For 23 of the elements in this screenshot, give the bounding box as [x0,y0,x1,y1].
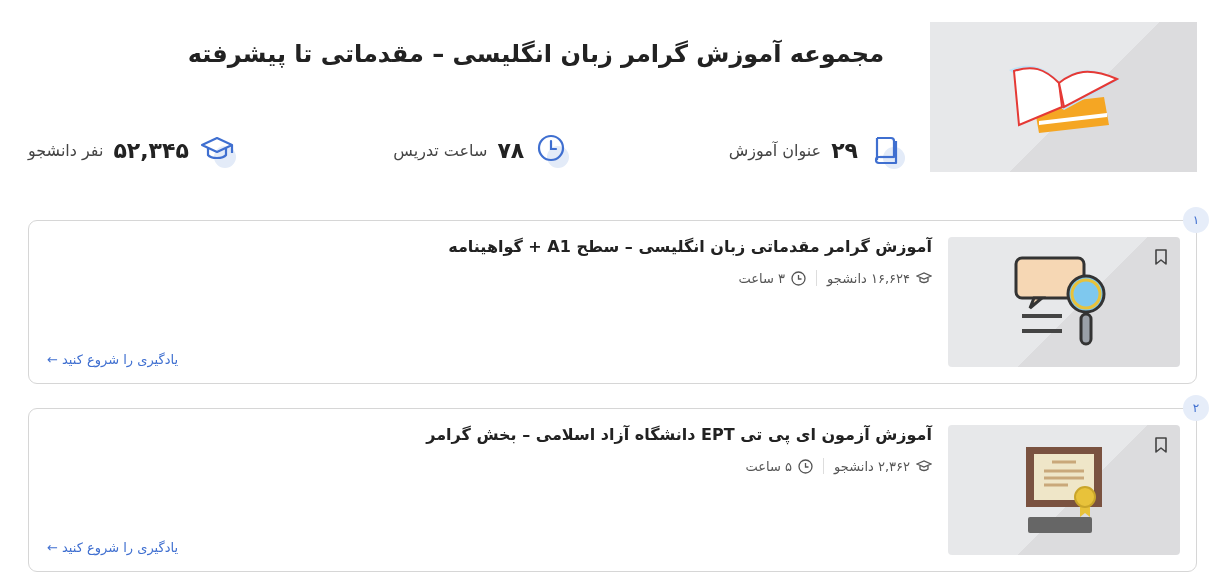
course-duration: ۳ ساعت [738,270,786,286]
stat-label: نفر دانشجو [28,140,104,160]
stat-label: عنوان آموزش [728,140,822,160]
course-number-badge: ۲ [1183,395,1209,421]
student-count: ۱۶,۶۲۴ دانشجو [827,270,910,286]
bookmark-icon[interactable] [1154,437,1168,453]
stat-value: ۷۸ [497,137,525,163]
graduation-cap-icon [916,271,932,285]
student-count: ۲,۳۶۲ دانشجو [834,458,910,474]
graduation-cap-icon [916,459,932,473]
course-title[interactable]: آموزش آزمون ای پی تی EPT دانشگاه آزاد اسلامی – بخش گرامر [47,425,932,444]
clock-icon [798,458,814,474]
start-learning-link[interactable]: یادگیری را شروع کنید ← [47,540,179,555]
stat-label: ساعت تدریس [393,140,488,160]
bookmark-icon[interactable] [1154,249,1168,265]
course-number-badge: ۱ [1183,207,1209,233]
course-duration: ۵ ساعت [745,458,793,474]
stat-value: ۲۹ [831,137,858,163]
clock-icon [791,270,807,286]
course-title[interactable]: آموزش گرامر مقدماتی زبان انگلیسی – سطح A1 + گواهینامه [47,237,932,256]
stat-value: ۵۲,۳۴۵ [113,137,189,163]
start-learning-link[interactable]: یادگیری را شروع کنید ← [47,352,179,367]
collection-title: مجموعه آموزش گرامر زبان انگلیسی – مقدماتی تا پیشرفته [186,40,884,68]
